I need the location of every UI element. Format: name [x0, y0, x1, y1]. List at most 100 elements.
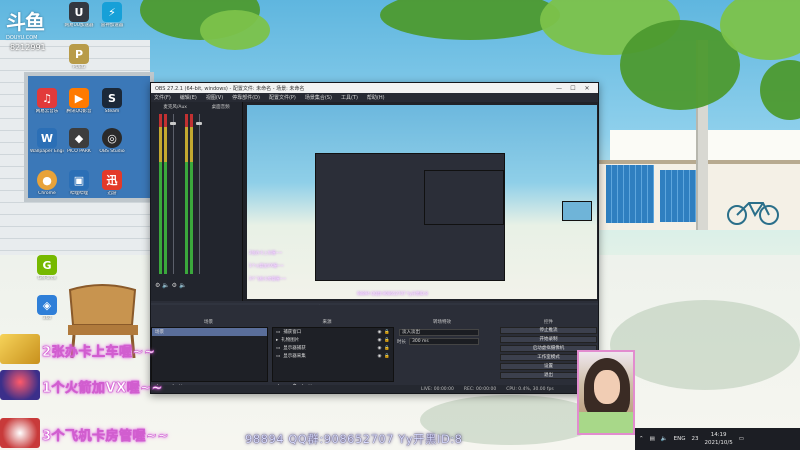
sources-dock-title: 来源: [322, 320, 332, 325]
lock-icon[interactable]: 🔒: [384, 354, 390, 359]
uu-icon: U: [69, 2, 89, 22]
video-player-icon: ▶: [69, 88, 89, 108]
wallpaper-foliage: [380, 0, 560, 40]
sources-list[interactable]: ▭ 捕获窗口 ◉ 🔒 ▸ 礼物图片 ◉ 🔒 ▭ 显示器捕获 ◉ 🔒 ▭ 显示器采集 ◉ 🔒: [272, 327, 394, 382]
room-number: 8212991: [10, 43, 46, 52]
nested-obs-window: [562, 201, 592, 221]
audio-mixer: 麦克风/Aux 桌面音频 ⚙ 🔈 ⚙ 🔈: [151, 102, 243, 301]
banner-text: 3个飞机卡房管喔~~: [42, 429, 169, 445]
shield-icon: ◈: [37, 295, 57, 315]
rec-status: REC: 00:00:00: [463, 387, 497, 392]
menu-file[interactable]: 文件(F): [154, 94, 171, 101]
obs-main-area: 麦克风/Aux 桌面音频 ⚙ 🔈 ⚙ 🔈 2张办卡上车喔~~ 1个火箭加VX喔~…: [151, 102, 598, 301]
system-clock[interactable]: 14:19 2021/10/5: [705, 431, 733, 447]
menu-tools[interactable]: 工具(T): [341, 94, 358, 101]
geforce-icon: G: [37, 255, 57, 275]
volume-icon[interactable]: 🔈: [661, 436, 668, 442]
wallpaper-blue-gate: [606, 165, 654, 223]
desktop-icon-pubg[interactable]: P PUBG: [62, 44, 96, 70]
source-item[interactable]: ▸ 礼物图片 ◉ 🔒: [273, 336, 393, 344]
mixer-controls[interactable]: ⚙ 🔈 ⚙ 🔈: [155, 282, 186, 289]
chevron-up-icon[interactable]: ⌃: [639, 436, 644, 442]
obs-icon: ◎: [102, 128, 122, 148]
wallpaper-engine-icon: W: [37, 128, 57, 148]
lock-icon[interactable]: 🔒: [384, 346, 390, 351]
desktop-icon-uu[interactable]: U 网易UU加速器: [62, 2, 96, 28]
source-item[interactable]: ▭ 捕获窗口 ◉ 🔒: [273, 328, 393, 336]
obs-titlebar[interactable]: OBS 27.2.1 (64-bit, windows) - 配置文件: 未命名…: [151, 83, 598, 93]
volume-slider[interactable]: [199, 114, 200, 274]
webcam-overlay: [577, 350, 635, 435]
wallpaper-foliage: [200, 10, 270, 50]
obs-docks: 场景 来源 转场特效 控件 场景 ▭ 捕获窗口 ◉ 🔒 ▸ 礼物图片 ◉ 🔒 ▭ 显示器捕获 ◉…: [151, 305, 598, 393]
eye-icon[interactable]: ◉: [377, 330, 381, 335]
desktop-icon-steam[interactable]: S Steam: [95, 88, 129, 114]
lock-icon[interactable]: 🔒: [384, 338, 390, 343]
nested-obs-window: [424, 170, 592, 225]
pubg-icon: P: [69, 44, 89, 64]
desktop-icon-chrome[interactable]: ● Chrome: [30, 170, 64, 196]
mixer-channel-mic: 麦克风/Aux: [163, 105, 187, 110]
notification-icon[interactable]: ▭: [739, 436, 744, 442]
menu-profile[interactable]: 配置文件(P): [269, 94, 296, 101]
nested-obs-window: [315, 153, 592, 281]
obs-window[interactable]: OBS 27.2.1 (64-bit, windows) - 配置文件: 未命名…: [150, 82, 599, 394]
desktop-icon-pico-park[interactable]: ◆ PICO PARK: [62, 128, 96, 154]
volume-meter: [185, 114, 188, 274]
menu-help[interactable]: 帮助(H): [367, 94, 385, 101]
desktop-icon-xunyou[interactable]: 迅 迅游: [95, 170, 129, 196]
close-icon[interactable]: ✕: [580, 85, 594, 92]
volume-meter: [190, 114, 193, 274]
wallpaper-foliage: [760, 60, 800, 120]
minimize-icon[interactable]: —: [552, 85, 566, 92]
eye-icon[interactable]: ◉: [377, 354, 381, 359]
stop-streaming-button[interactable]: 停止推流: [500, 327, 597, 334]
gold-bar-icon: [0, 334, 40, 364]
volume-meter: [159, 114, 162, 274]
monitor-icon: ▭: [276, 329, 281, 335]
stream-info-text: 98894 QQ群:908652707 Yy开黑ID:8: [245, 432, 463, 446]
menu-docks[interactable]: 停靠部件(D): [232, 94, 260, 101]
transition-select[interactable]: 淡入淡出: [399, 329, 479, 336]
folder-icon: ▸: [276, 337, 279, 343]
overlay-banner-2: 1个火箭加VX喔~~: [0, 370, 210, 400]
input-language[interactable]: ENG: [674, 436, 686, 442]
desktop-icon-bilibili[interactable]: ▣ 哔哩哔哩: [62, 170, 96, 196]
volume-knob[interactable]: [170, 122, 176, 125]
obs-menubar: 文件(F) 编辑(E) 视图(V) 停靠部件(D) 配置文件(P) 场景集合(S…: [151, 93, 598, 102]
duration-field[interactable]: 300 ms: [409, 338, 479, 345]
chrome-icon: ●: [37, 170, 57, 190]
eye-icon[interactable]: ◉: [377, 346, 381, 351]
menu-scene-collection[interactable]: 场景集合(S): [305, 94, 332, 101]
logo-brand: 斗鱼: [6, 10, 45, 34]
scenes-dock-title: 场景: [204, 320, 213, 325]
eye-icon[interactable]: ◉: [377, 338, 381, 343]
source-item[interactable]: ▭ 显示器捕获 ◉ 🔒: [273, 344, 393, 352]
desktop-icon-leishen[interactable]: ⚡ 雷神加速器: [95, 2, 129, 28]
desktop-icon-wallpaper-engine[interactable]: W Wallpaper Engine: [30, 128, 64, 154]
lock-icon[interactable]: 🔒: [384, 330, 390, 335]
desktop-icon-qq-player[interactable]: ▶ 腾讯QQ影音: [62, 88, 96, 114]
volume-knob[interactable]: [196, 122, 202, 125]
pico-park-icon: ◆: [69, 128, 89, 148]
desktop-icon-obs[interactable]: ◎ OBS Studio: [95, 128, 129, 154]
desktop-icon-netease-music[interactable]: ♫ 网易云音乐: [30, 88, 64, 114]
window-title: OBS 27.2.1 (64-bit, windows) - 配置文件: 未命名…: [155, 85, 305, 92]
network-icon[interactable]: ▤: [650, 436, 655, 442]
volume-slider[interactable]: [173, 114, 174, 274]
menu-edit[interactable]: 编辑(E): [180, 94, 197, 101]
clock-date: 2021/10/5: [704, 440, 733, 446]
logo-domain: DOUYU.COM: [6, 35, 38, 41]
obs-preview-canvas[interactable]: 2张办卡上车喔~~ 1个火箭加VX喔~~ 3个飞机卡房管喔~~ 98894 QQ…: [247, 105, 597, 299]
steam-icon: S: [102, 88, 122, 108]
monitor-icon: ▭: [276, 345, 281, 351]
desktop-icon-geforce[interactable]: G GeForce: [30, 255, 64, 281]
desktop-icon-360[interactable]: ◈ 360: [30, 295, 64, 321]
douyu-logo: 斗鱼 DOUYU.COM: [6, 6, 60, 41]
source-item[interactable]: ▭ 显示器采集 ◉ 🔒: [273, 352, 393, 360]
start-recording-button[interactable]: 开始录制: [500, 336, 597, 343]
obs-statusbar: LIVE: 00:00:00 REC: 00:00:00 CPU: 0.4%, …: [151, 385, 598, 393]
system-tray: ⌃ ▤ 🔈 ENG 23 14:19 2021/10/5 ▭: [635, 428, 800, 450]
menu-view[interactable]: 视图(V): [206, 94, 223, 101]
maximize-icon[interactable]: ☐: [566, 85, 580, 92]
